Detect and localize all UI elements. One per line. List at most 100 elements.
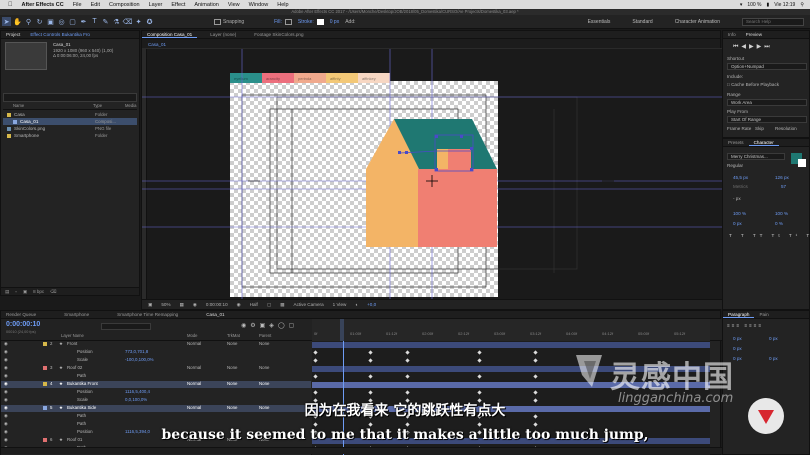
space-after[interactable]: 0 px — [769, 356, 778, 361]
menu-composition[interactable]: Composition — [109, 2, 140, 8]
eye-icon[interactable]: ◉ — [4, 357, 8, 363]
layer-duration-bar[interactable] — [312, 342, 710, 348]
layer-name[interactable]: Roof 02 — [67, 365, 82, 370]
keyframe-icon[interactable] — [368, 374, 373, 379]
keyframe-icon[interactable] — [313, 350, 318, 355]
tab-paint[interactable]: Pain — [754, 312, 773, 317]
stroke-width[interactable]: 0 px — [330, 19, 339, 25]
leading[interactable]: 126 px — [775, 175, 789, 180]
indent-left[interactable]: 0 px — [733, 336, 742, 341]
fill-swatch[interactable] — [284, 18, 292, 25]
snapshot-icon[interactable]: ◉ — [193, 302, 197, 308]
col-parent[interactable]: Parent — [259, 333, 271, 340]
workspace-character-animation[interactable]: Character Animation — [675, 19, 720, 25]
play-from-select[interactable]: Start Of Range — [727, 116, 807, 123]
tab-project[interactable]: Project — [1, 32, 25, 37]
stroke-label[interactable]: Stroke: — [298, 19, 314, 25]
timeline-search-input[interactable] — [101, 323, 151, 330]
pan-behind-tool-icon[interactable]: ◎ — [57, 17, 66, 26]
keyframe-icon[interactable] — [477, 422, 482, 427]
puppet-tool-icon[interactable]: ✪ — [145, 17, 154, 26]
hand-tool-icon[interactable]: ✋ — [13, 17, 22, 26]
keyframe-icon[interactable] — [477, 358, 482, 363]
layer-name[interactable]: Bukantika Front — [67, 381, 98, 386]
comp-subtab[interactable]: Casa_01 — [148, 42, 166, 47]
tab-effect-controls[interactable]: Effect Controls Bukantika Fro — [25, 32, 95, 37]
trash-icon[interactable]: ⌫ — [50, 289, 56, 295]
layer-trkmat-select[interactable]: None — [227, 381, 238, 386]
comp-viewer[interactable]: eyellum arancity perinda affinty affinkey — [142, 49, 722, 301]
time-ruler[interactable]: 0f 01:00f 01:12f 02:00f 02:12f 03:00f 03:12f 04… — [312, 319, 710, 341]
col-layer-name[interactable]: Layer Name — [61, 333, 84, 340]
grid-icon[interactable]: ▦ — [180, 302, 184, 308]
current-time[interactable]: 0:00:00:10 — [206, 302, 228, 307]
rotate-tool-icon[interactable]: ↻ — [35, 17, 44, 26]
col-trkmat[interactable]: TrkMat — [227, 333, 240, 340]
menu-effect[interactable]: Effect — [171, 2, 185, 8]
keyframe-icon[interactable] — [533, 358, 538, 363]
timeline-property-row[interactable]: ◉ Scale -100,0,100,0% — [1, 357, 311, 364]
keyframe-icon[interactable] — [477, 350, 482, 355]
timeline-layer-row[interactable]: ◉ 2 ★ Front Normal None None — [1, 341, 311, 348]
font-family-select[interactable]: Merry Christmas... — [727, 153, 785, 160]
layer-label-color[interactable] — [43, 382, 47, 386]
bit-depth[interactable]: 8 bpc — [33, 289, 44, 294]
tab-info[interactable]: Info — [723, 32, 741, 37]
tab-smartphone-time-remapping[interactable]: Smartphone Time Remapping — [112, 312, 183, 317]
stroke-color-swatch[interactable] — [798, 159, 806, 167]
tab-composition[interactable]: Composition Casa_01 — [142, 32, 198, 38]
keyframe-icon[interactable] — [313, 390, 318, 395]
battery-icon[interactable]: ▮ — [767, 2, 770, 8]
clock[interactable]: Vie 12:19 — [774, 2, 795, 8]
tsume[interactable]: 0 % — [775, 221, 783, 226]
keyframe-icon[interactable] — [405, 390, 410, 395]
menu-help[interactable]: Help — [277, 2, 288, 8]
tracking[interactable]: 57 — [781, 184, 786, 189]
keyframe-icon[interactable] — [405, 422, 410, 427]
keyframe-icon[interactable] — [533, 374, 538, 379]
brush-tool-icon[interactable]: ✎ — [101, 17, 110, 26]
property-name[interactable]: Path — [77, 373, 86, 378]
workspace-standard[interactable]: Standard — [632, 19, 652, 25]
camera-select[interactable]: Active Camera — [294, 302, 324, 307]
exposure-value[interactable]: +0,0 — [367, 302, 376, 307]
timeline-property-row[interactable]: ◉ Path — [1, 373, 311, 380]
layer-parent-select[interactable]: None — [259, 381, 270, 386]
menu-window[interactable]: Window — [249, 2, 269, 8]
indent-first[interactable]: 0 px — [769, 336, 778, 341]
tab-paragraph[interactable]: Paragraph — [723, 312, 755, 318]
project-item[interactable]: Casa_01 Composi... — [3, 118, 137, 125]
resolution-select[interactable]: Half — [250, 302, 258, 307]
tab-footage[interactable]: Footage SkinColors.png — [249, 32, 308, 37]
menu-animation[interactable]: Animation — [194, 2, 218, 8]
camera-icon[interactable]: ◉ — [237, 302, 241, 308]
transparency-icon[interactable]: ▩ — [280, 302, 284, 308]
font-size[interactable]: 45,5 px — [733, 175, 748, 180]
property-name[interactable]: Position — [77, 349, 93, 354]
project-item[interactable]: SkinColors.png PNG file — [3, 125, 137, 132]
col-mode[interactable]: Mode — [187, 333, 197, 340]
keyframe-icon[interactable] — [405, 374, 410, 379]
keyframe-icon[interactable] — [368, 358, 373, 363]
property-name[interactable]: Position — [77, 389, 93, 394]
add-label[interactable]: Add: — [345, 19, 355, 25]
apple-icon[interactable]:  — [8, 2, 13, 8]
keyframe-icon[interactable] — [313, 374, 318, 379]
baseline-shift[interactable]: 0 px — [733, 221, 742, 226]
layer-mode-select[interactable]: Normal — [187, 341, 201, 346]
keyframe-icon[interactable] — [313, 422, 318, 427]
range-select[interactable]: Work Area — [727, 99, 807, 106]
keyframe-icon[interactable] — [368, 422, 373, 427]
wifi-icon[interactable]: ▾ — [740, 2, 743, 8]
layer-mode-select[interactable]: Normal — [187, 365, 201, 370]
fill-label[interactable]: Fill: — [274, 19, 282, 25]
space-before[interactable]: 0 px — [733, 356, 742, 361]
timeline-layer-row[interactable]: ◉ 3 ★ Roof 02 Normal None None — [1, 365, 311, 372]
col-type[interactable]: Type — [93, 103, 102, 108]
snapping-checkbox[interactable] — [214, 18, 221, 25]
layer-label-color[interactable] — [43, 366, 47, 370]
interpret-footage-icon[interactable]: ▤ — [5, 289, 9, 295]
keyframe-icon[interactable] — [477, 374, 482, 379]
tab-character[interactable]: Character — [748, 140, 779, 146]
keyframe-icon[interactable] — [368, 390, 373, 395]
